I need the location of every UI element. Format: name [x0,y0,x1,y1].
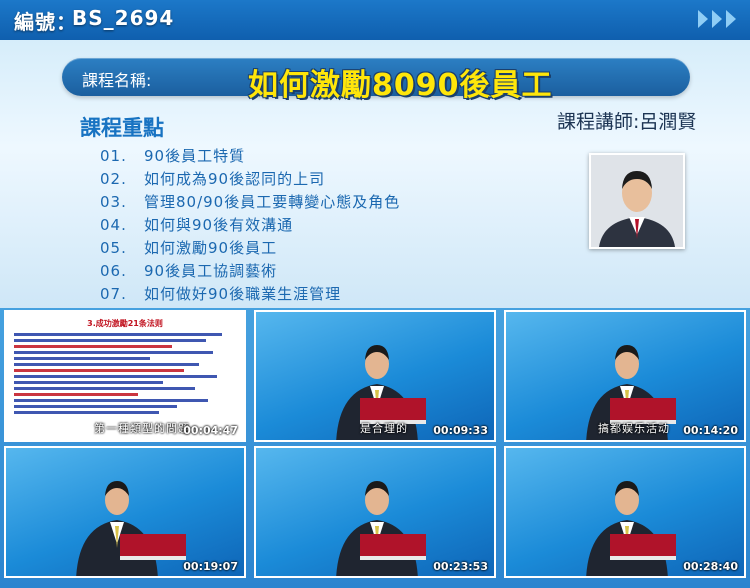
instructor-photo [589,153,685,249]
video-timecode: 00:14:20 [683,424,738,437]
thumbnail-3[interactable]: 搞都娱乐活动 00:14:20 [504,310,746,442]
speaker-figure-icon [336,481,426,576]
point-number: 07. [100,284,127,303]
video-thumbnail-grid: 3.成功激勵21条法则 第一種類型的問題 00:04:47 是合理的 00:09… [0,308,750,588]
point-text: 90後員工特質 [144,147,246,165]
id-value: BS_2694 [72,6,175,30]
point-text: 如何做好90後職業生涯管理 [144,285,342,303]
instructor-name: 課程講師:呂潤賢 [557,111,697,133]
speaker-figure-icon [76,481,186,576]
point-number: 01. [100,146,127,165]
video-timecode: 00:09:33 [433,424,488,437]
instructor-portrait-icon [591,155,683,247]
points-heading: 課程重點 [80,116,164,140]
list-item: 03. 管理80/90後員工要轉變心態及角色 [100,190,400,213]
video-subtitle: 搞都娱乐活动 [598,422,670,435]
course-name-label: 課程名稱: [82,71,152,90]
speaker-figure-icon [586,481,676,576]
point-number: 05. [100,238,127,257]
point-text: 如何成為90後認同的上司 [144,170,326,188]
video-subtitle: 是合理的 [360,422,408,435]
list-item: 02. 如何成為90後認同的上司 [100,167,400,190]
course-name-bar: 課程名稱: 如何激勵8090後員工 [62,58,690,103]
point-text: 如何激勵90後員工 [144,239,278,257]
list-item: 05. 如何激勵90後員工 [100,236,400,259]
point-number: 06. [100,261,127,280]
thumbnail-6[interactable]: 00:28:40 [504,446,746,578]
id-label: 編號： [14,10,77,34]
thumbnail-2[interactable]: 是合理的 00:09:33 [254,310,496,442]
video-timecode: 00:23:53 [433,560,488,573]
thumbnail-1[interactable]: 3.成功激勵21条法则 第一種類型的問題 00:04:47 [4,310,246,442]
point-text: 管理80/90後員工要轉變心態及角色 [144,193,401,211]
list-item: 04. 如何與90後有效溝通 [100,213,400,236]
list-item: 06. 90後員工協調藝術 [100,259,400,282]
list-item: 01. 90後員工特質 [100,144,400,167]
course-info-panel: 課程名稱: 如何激勵8090後員工 課程重點 課程講師:呂潤賢 01. 90後員工… [0,40,750,308]
thumbnail-5[interactable]: 00:23:53 [254,446,496,578]
point-text: 如何與90後有效溝通 [144,216,294,234]
point-text: 90後員工協調藝術 [144,262,278,280]
point-number: 03. [100,192,127,211]
point-number: 04. [100,215,127,234]
decorative-arrows-icon [698,10,736,28]
slide-text-lines [14,330,240,417]
point-number: 02. [100,169,127,188]
thumbnail-4[interactable]: 00:19:07 [4,446,246,578]
course-points-list: 01. 90後員工特質 02. 如何成為90後認同的上司 03. 管理80/90後員工… [100,144,400,305]
header-bar: 編號： BS_2694 [0,0,750,40]
list-item: 07. 如何做好90後職業生涯管理 [100,282,400,305]
slide-title: 3.成功激勵21条法则 [87,319,163,328]
video-timecode: 00:04:47 [183,424,238,437]
video-timecode: 00:19:07 [183,560,238,573]
video-subtitle: 第一種類型的問題 [94,422,190,435]
course-title: 如何激勵8090後員工 [248,68,553,103]
video-timecode: 00:28:40 [683,560,738,573]
